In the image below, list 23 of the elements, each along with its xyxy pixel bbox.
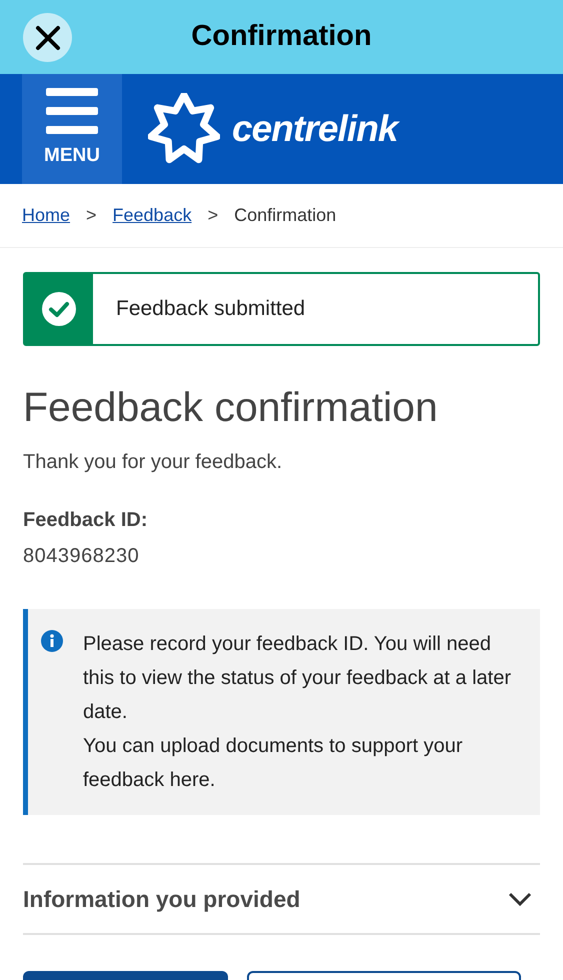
breadcrumb-link[interactable]: Home xyxy=(22,202,70,229)
feedback-id-label: Feedback ID: xyxy=(23,508,148,534)
check-circle-icon xyxy=(42,292,76,326)
accordion-title: Information you provided xyxy=(23,885,300,914)
page-heading: Feedback confirmation xyxy=(23,383,439,432)
breadcrumb-link[interactable]: Feedback xyxy=(112,202,192,229)
intro-text: Thank you for your feedback. xyxy=(23,450,284,476)
info-icon xyxy=(41,630,63,652)
close-icon xyxy=(34,24,60,50)
menu-icon xyxy=(46,88,98,134)
close-button[interactable] xyxy=(23,13,72,62)
menu-button[interactable]: MENU xyxy=(22,74,122,184)
star-logo-icon xyxy=(148,93,220,165)
accordion-header[interactable]: Information you provided xyxy=(23,863,540,936)
breadcrumb-current: Confirmation xyxy=(234,204,336,227)
logo-text: centrelink xyxy=(232,107,398,152)
info-text: Please record your feedback ID. You will need this to view the status of your feedback at a later date. xyxy=(83,632,512,726)
alert-text: Feedback submitted xyxy=(115,296,306,322)
page-title: Confirmation xyxy=(191,19,372,54)
feedback-id-value: 8043968230 xyxy=(23,544,140,570)
breadcrumb-separator: > xyxy=(86,204,97,227)
breadcrumb-separator: > xyxy=(208,204,218,227)
info-text: You can upload documents to support your feedback here. xyxy=(83,734,464,794)
